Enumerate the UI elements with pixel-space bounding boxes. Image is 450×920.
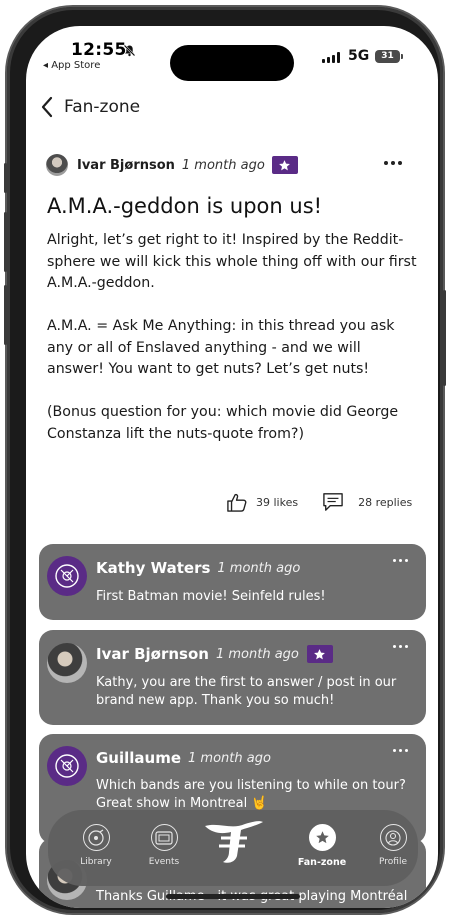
tab-fan-zone[interactable]: Fan-zone [292, 824, 352, 868]
more-dots-icon[interactable] [393, 645, 408, 648]
thumbs-up-icon[interactable] [226, 492, 248, 512]
tab-profile[interactable]: Profile [363, 824, 423, 867]
brand-logo-icon [205, 821, 263, 863]
ticket-icon [150, 824, 178, 851]
fanzone-star-icon [308, 824, 336, 851]
tab-label: Library [80, 857, 112, 867]
comment-author[interactable]: Guillaume [96, 749, 181, 767]
tab-label: Profile [379, 857, 407, 867]
home-indicator [166, 894, 300, 899]
post-paragraph: A.M.A. = Ask Me Anything: in this thread… [47, 318, 395, 377]
post-time: 1 month ago [181, 157, 265, 173]
comment-author[interactable]: Ivar Bjørnson [96, 645, 209, 663]
profile-icon [379, 824, 407, 851]
comment-time: 1 month ago [217, 560, 301, 576]
comment-time: 1 month ago [188, 750, 271, 766]
action-button [4, 163, 7, 193]
comment-card[interactable]: Kathy Waters 1 month ago First Batman mo… [39, 544, 426, 620]
avatar[interactable] [47, 643, 87, 683]
dynamic-island [170, 45, 294, 81]
reply-count: 28 replies [358, 495, 413, 509]
brand-logo-icon [55, 754, 79, 778]
comment-card[interactable]: Ivar Bjørnson 1 month ago Kathy, you are… [39, 630, 426, 725]
comment-text: Which bands are you listening to while o… [96, 778, 406, 811]
network-type: 5G [348, 48, 370, 64]
bottom-tab-bar: Library Events Fan-zone Profile [48, 810, 418, 886]
comment-text: Kathy, you are the first to answer / pos… [96, 675, 397, 708]
star-icon [306, 645, 333, 663]
status-time: 12:55 [71, 40, 127, 60]
post-title: A.M.A.-geddon is upon us! [47, 194, 323, 218]
volume-down-button [4, 285, 7, 345]
nav-header: Fan-zone [40, 93, 140, 121]
power-button [443, 290, 446, 386]
comment-header: Kathy Waters 1 month ago [96, 559, 308, 577]
more-dots-icon[interactable] [393, 749, 408, 752]
signal-icon [322, 52, 340, 63]
post-author-row: Ivar Bjørnson 1 month ago [46, 153, 416, 177]
post-paragraph: Alright, let’s get right to it! Inspired… [47, 232, 417, 291]
comment-header: Guillaume 1 month ago [96, 749, 279, 767]
comment-header: Ivar Bjørnson 1 month ago [96, 645, 333, 663]
star-icon [271, 156, 298, 174]
vinyl-icon [82, 824, 110, 851]
like-count: 39 likes [256, 495, 299, 509]
phone-frame: 12:55 ◂ App Store 5G 31 Fan-zone Ivar Bj… [4, 7, 446, 913]
volume-up-button [4, 212, 7, 272]
comment-time: 1 month ago [215, 646, 299, 662]
bell-slash-icon [123, 44, 136, 57]
tab-library[interactable]: Library [66, 824, 126, 867]
nav-title: Fan-zone [64, 97, 141, 117]
tab-events[interactable]: Events [134, 824, 194, 867]
comment-author[interactable]: Kathy Waters [96, 559, 210, 577]
tab-label: Fan-zone [297, 857, 347, 868]
more-dots-icon[interactable] [384, 161, 402, 165]
comment-text: First Batman movie! Seinfeld rules! [96, 589, 326, 604]
brand-logo-icon [55, 564, 79, 588]
post-actions: 39 likes 28 replies [226, 489, 426, 515]
avatar[interactable] [47, 556, 87, 596]
tab-label: Events [148, 857, 180, 867]
post-paragraph: (Bonus question for you: which movie did… [47, 404, 399, 442]
post-author[interactable]: Ivar Bjørnson [77, 158, 175, 173]
post-body: Alright, let’s get right to it! Inspired… [47, 230, 419, 467]
back-to-app-store[interactable]: ◂ App Store [43, 60, 100, 71]
screen: 12:55 ◂ App Store 5G 31 Fan-zone Ivar Bj… [26, 26, 438, 908]
battery-icon: 31 [375, 50, 403, 63]
more-dots-icon[interactable] [393, 559, 408, 562]
comment-icon[interactable] [322, 492, 344, 512]
tab-home-logo[interactable] [198, 816, 270, 878]
back-chevron-icon[interactable] [40, 96, 54, 118]
avatar[interactable] [46, 154, 68, 176]
avatar[interactable] [47, 746, 87, 786]
status-bar: 12:55 ◂ App Store 5G 31 [26, 26, 438, 86]
